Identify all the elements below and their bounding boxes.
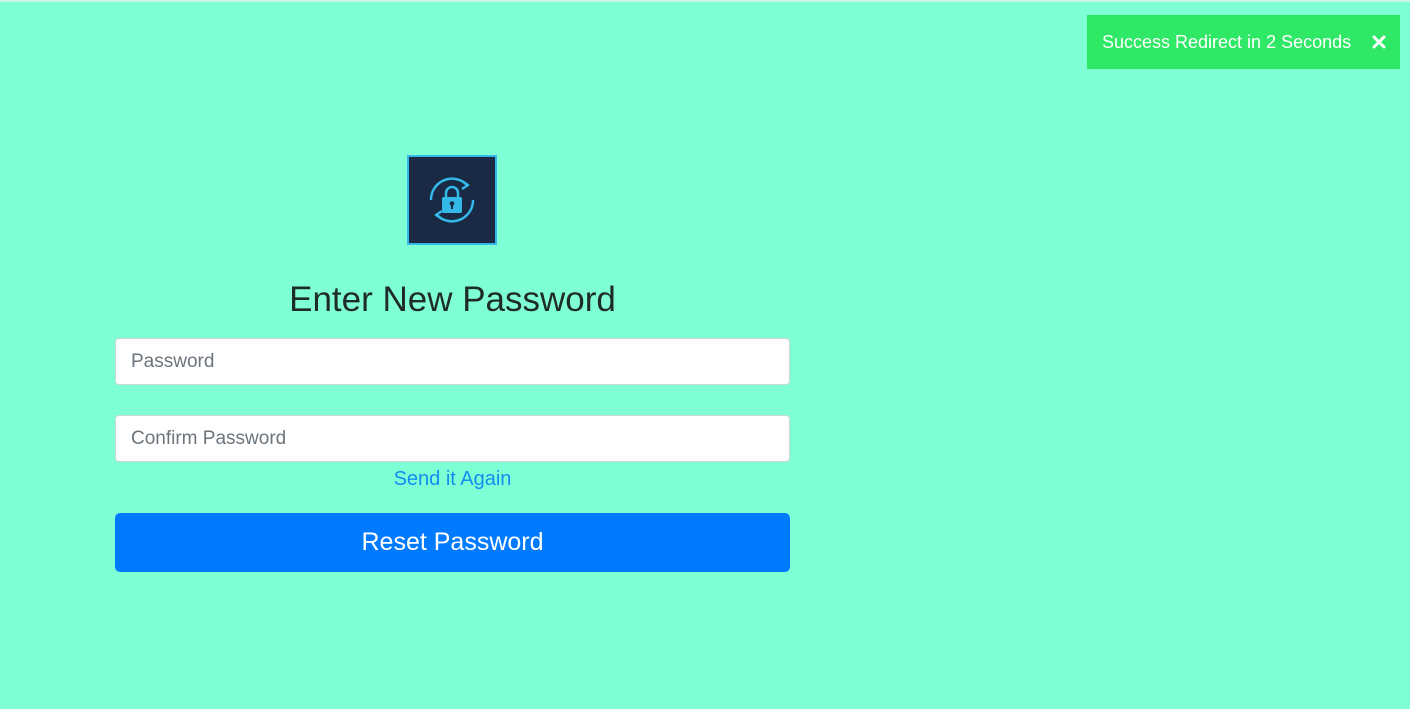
password-input[interactable] bbox=[115, 338, 790, 385]
send-again-link[interactable]: Send it Again bbox=[394, 468, 512, 490]
toast-notification: Success Redirect in 2 Seconds bbox=[1087, 15, 1400, 69]
send-again-container: Send it Again bbox=[115, 468, 790, 491]
toast-message: Success Redirect in 2 Seconds bbox=[1102, 31, 1352, 52]
reset-password-button[interactable]: Reset Password bbox=[115, 513, 790, 572]
page-title: Enter New Password bbox=[289, 280, 616, 319]
lock-refresh-icon bbox=[407, 155, 497, 245]
close-icon[interactable] bbox=[1358, 15, 1400, 69]
confirm-password-input[interactable] bbox=[115, 415, 790, 462]
